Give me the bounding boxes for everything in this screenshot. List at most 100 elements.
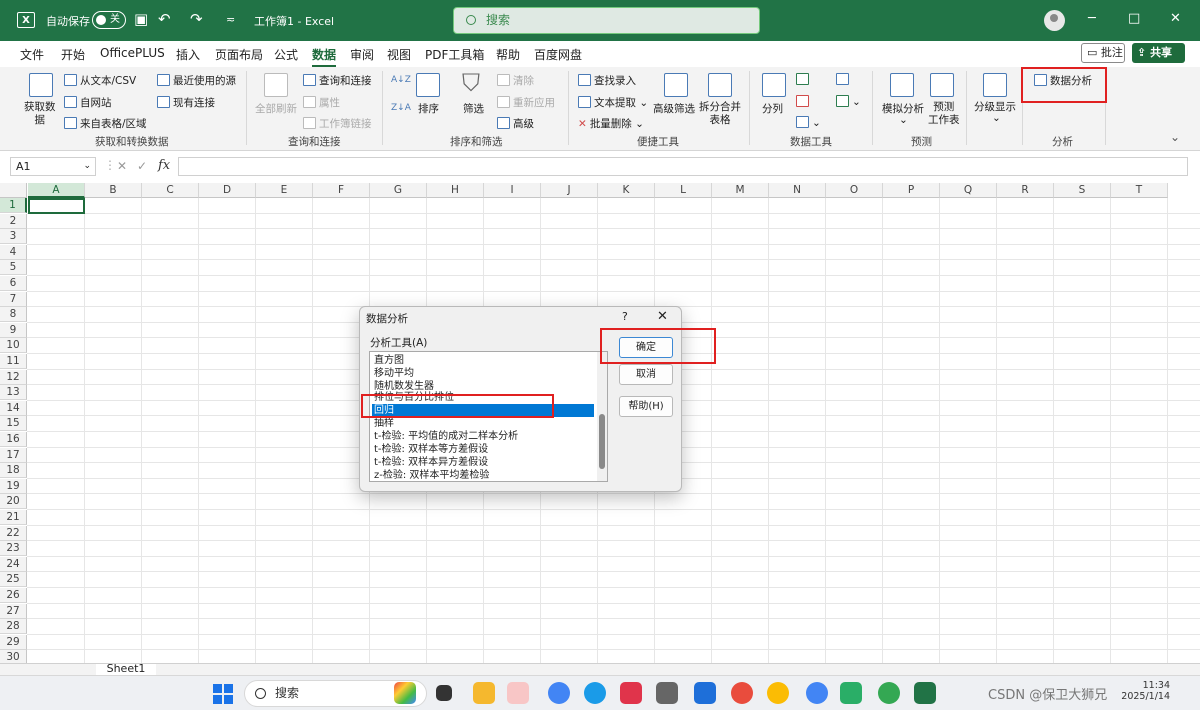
undo-icon[interactable]: ↶ (158, 10, 171, 28)
row-header[interactable]: 28 (0, 619, 27, 635)
clear-button[interactable]: 清除 (497, 73, 534, 88)
column-header[interactable]: J (541, 183, 598, 198)
column-header[interactable]: G (370, 183, 427, 198)
chrome-alt-icon[interactable] (731, 682, 753, 704)
column-header[interactable]: A (28, 183, 85, 198)
minimize-button[interactable]: ─ (1088, 11, 1096, 26)
collapse-ribbon-icon[interactable]: ⌄ (1170, 130, 1180, 144)
remove-duplicates-button[interactable] (796, 95, 812, 108)
avatar[interactable] (1044, 10, 1065, 31)
column-header[interactable]: M (712, 183, 769, 198)
existing-connections-button[interactable]: 现有连接 (157, 95, 215, 110)
row-header[interactable]: 3 (0, 229, 27, 245)
tab-help[interactable]: 帮助 (496, 46, 520, 63)
row-header[interactable]: 14 (0, 400, 27, 416)
insert-function-icon[interactable]: fx (158, 158, 170, 173)
tab-file[interactable]: 文件 (20, 46, 44, 63)
row-header[interactable]: 17 (0, 447, 27, 463)
column-header[interactable]: F (313, 183, 370, 198)
forecast-sheet-button[interactable]: 预测 工作表 (928, 101, 960, 127)
chrome-profile-icon[interactable] (806, 682, 828, 704)
app-blue-icon[interactable] (694, 682, 716, 704)
column-header[interactable]: L (655, 183, 712, 198)
tab-data[interactable]: 数据 (312, 46, 337, 67)
edge-icon[interactable] (584, 682, 606, 704)
row-header[interactable]: 12 (0, 369, 27, 385)
column-header[interactable]: S (1054, 183, 1111, 198)
row-header[interactable]: 11 (0, 354, 27, 369)
column-header[interactable]: R (997, 183, 1054, 198)
row-header[interactable]: 7 (0, 291, 27, 307)
sheet-tab[interactable]: Sheet1 (96, 664, 156, 675)
tab-insert[interactable]: 插入 (176, 46, 200, 63)
batch-delete-button[interactable]: ✕ 批量删除 ⌄ (578, 116, 644, 131)
row-header[interactable]: 6 (0, 276, 27, 291)
wechat-icon[interactable] (840, 682, 862, 704)
text-to-columns-button[interactable]: 分列 (762, 101, 783, 116)
copilot-icon[interactable] (507, 682, 529, 704)
chrome-yellow-icon[interactable] (767, 682, 789, 704)
redo-icon[interactable]: ↷ (190, 10, 203, 28)
data-model-button[interactable]: ⌄ (836, 95, 861, 108)
column-header[interactable]: K (598, 183, 655, 198)
row-header[interactable]: 19 (0, 478, 27, 494)
split-merge-button[interactable]: 拆分合并 表格 (699, 101, 741, 127)
comments-button[interactable]: ▭ 批注 (1081, 43, 1125, 63)
share-button[interactable]: ⇪ 共享 (1132, 43, 1185, 63)
clock[interactable]: 11:34 2025/1/14 (1110, 680, 1170, 702)
from-web-button[interactable]: 自网站 (64, 95, 112, 110)
camera-icon[interactable] (656, 682, 678, 704)
find-entry-button[interactable]: 查找录入 (578, 73, 636, 88)
list-item[interactable]: 抽样 (372, 417, 594, 430)
tab-formulas[interactable]: 公式 (274, 46, 298, 63)
tab-review[interactable]: 审阅 (350, 46, 374, 63)
sort-za-icon[interactable]: Z↓A (391, 103, 411, 113)
task-view-icon[interactable] (436, 685, 452, 701)
row-header[interactable]: 15 (0, 416, 27, 432)
column-header[interactable]: I (484, 183, 541, 198)
row-header[interactable]: 20 (0, 494, 27, 510)
column-header[interactable]: D (199, 183, 256, 198)
column-header[interactable]: B (85, 183, 142, 198)
confirm-entry-icon[interactable]: ✓ (137, 159, 147, 173)
tab-pdf-tools[interactable]: PDF工具箱 (425, 46, 484, 63)
search-input[interactable]: 搜索 (453, 7, 760, 34)
close-button[interactable]: ✕ (1170, 11, 1181, 26)
refresh-all-button[interactable]: 全部刷新 (255, 101, 297, 116)
row-header[interactable]: 2 (0, 213, 27, 229)
column-header[interactable]: H (427, 183, 484, 198)
row-header[interactable]: 1 (0, 198, 27, 213)
cancel-entry-icon[interactable]: ✕ (117, 159, 127, 173)
help-icon[interactable]: ? (622, 310, 628, 323)
column-header[interactable]: Q (940, 183, 997, 198)
consolidate-button[interactable] (836, 73, 852, 86)
column-header[interactable]: T (1111, 183, 1168, 198)
name-box[interactable]: A1 ⌄ (10, 157, 96, 176)
tab-baidu-netdisk[interactable]: 百度网盘 (534, 46, 582, 63)
maximize-button[interactable]: □ (1128, 11, 1140, 26)
row-header[interactable]: 22 (0, 525, 27, 541)
chrome-icon[interactable] (548, 682, 570, 704)
row-header[interactable]: 4 (0, 244, 27, 260)
row-header[interactable]: 23 (0, 541, 27, 557)
list-scrollbar[interactable] (597, 352, 607, 481)
column-header[interactable]: C (142, 183, 199, 198)
advanced-button[interactable]: 高级 (497, 116, 534, 131)
scrollbar-thumb[interactable] (599, 414, 605, 469)
help-button[interactable]: 帮助(H) (619, 396, 673, 417)
row-header[interactable]: 21 (0, 510, 27, 525)
chrome-green-icon[interactable] (878, 682, 900, 704)
list-item[interactable]: 移动平均 (372, 367, 594, 380)
file-explorer-icon[interactable] (473, 682, 495, 704)
row-header[interactable]: 27 (0, 603, 27, 619)
data-validation-button[interactable]: ⌄ (796, 116, 821, 129)
row-header[interactable]: 26 (0, 588, 27, 603)
row-header[interactable]: 10 (0, 338, 27, 354)
list-item[interactable]: z-检验: 双样本平均差检验 (372, 469, 594, 481)
list-item[interactable]: t-检验: 双样本异方差假设 (372, 456, 594, 469)
flash-fill-button[interactable] (796, 73, 812, 86)
row-header[interactable]: 25 (0, 572, 27, 588)
windows-start-icon[interactable] (213, 684, 233, 704)
row-header[interactable]: 18 (0, 463, 27, 479)
tab-page-layout[interactable]: 页面布局 (215, 46, 263, 63)
